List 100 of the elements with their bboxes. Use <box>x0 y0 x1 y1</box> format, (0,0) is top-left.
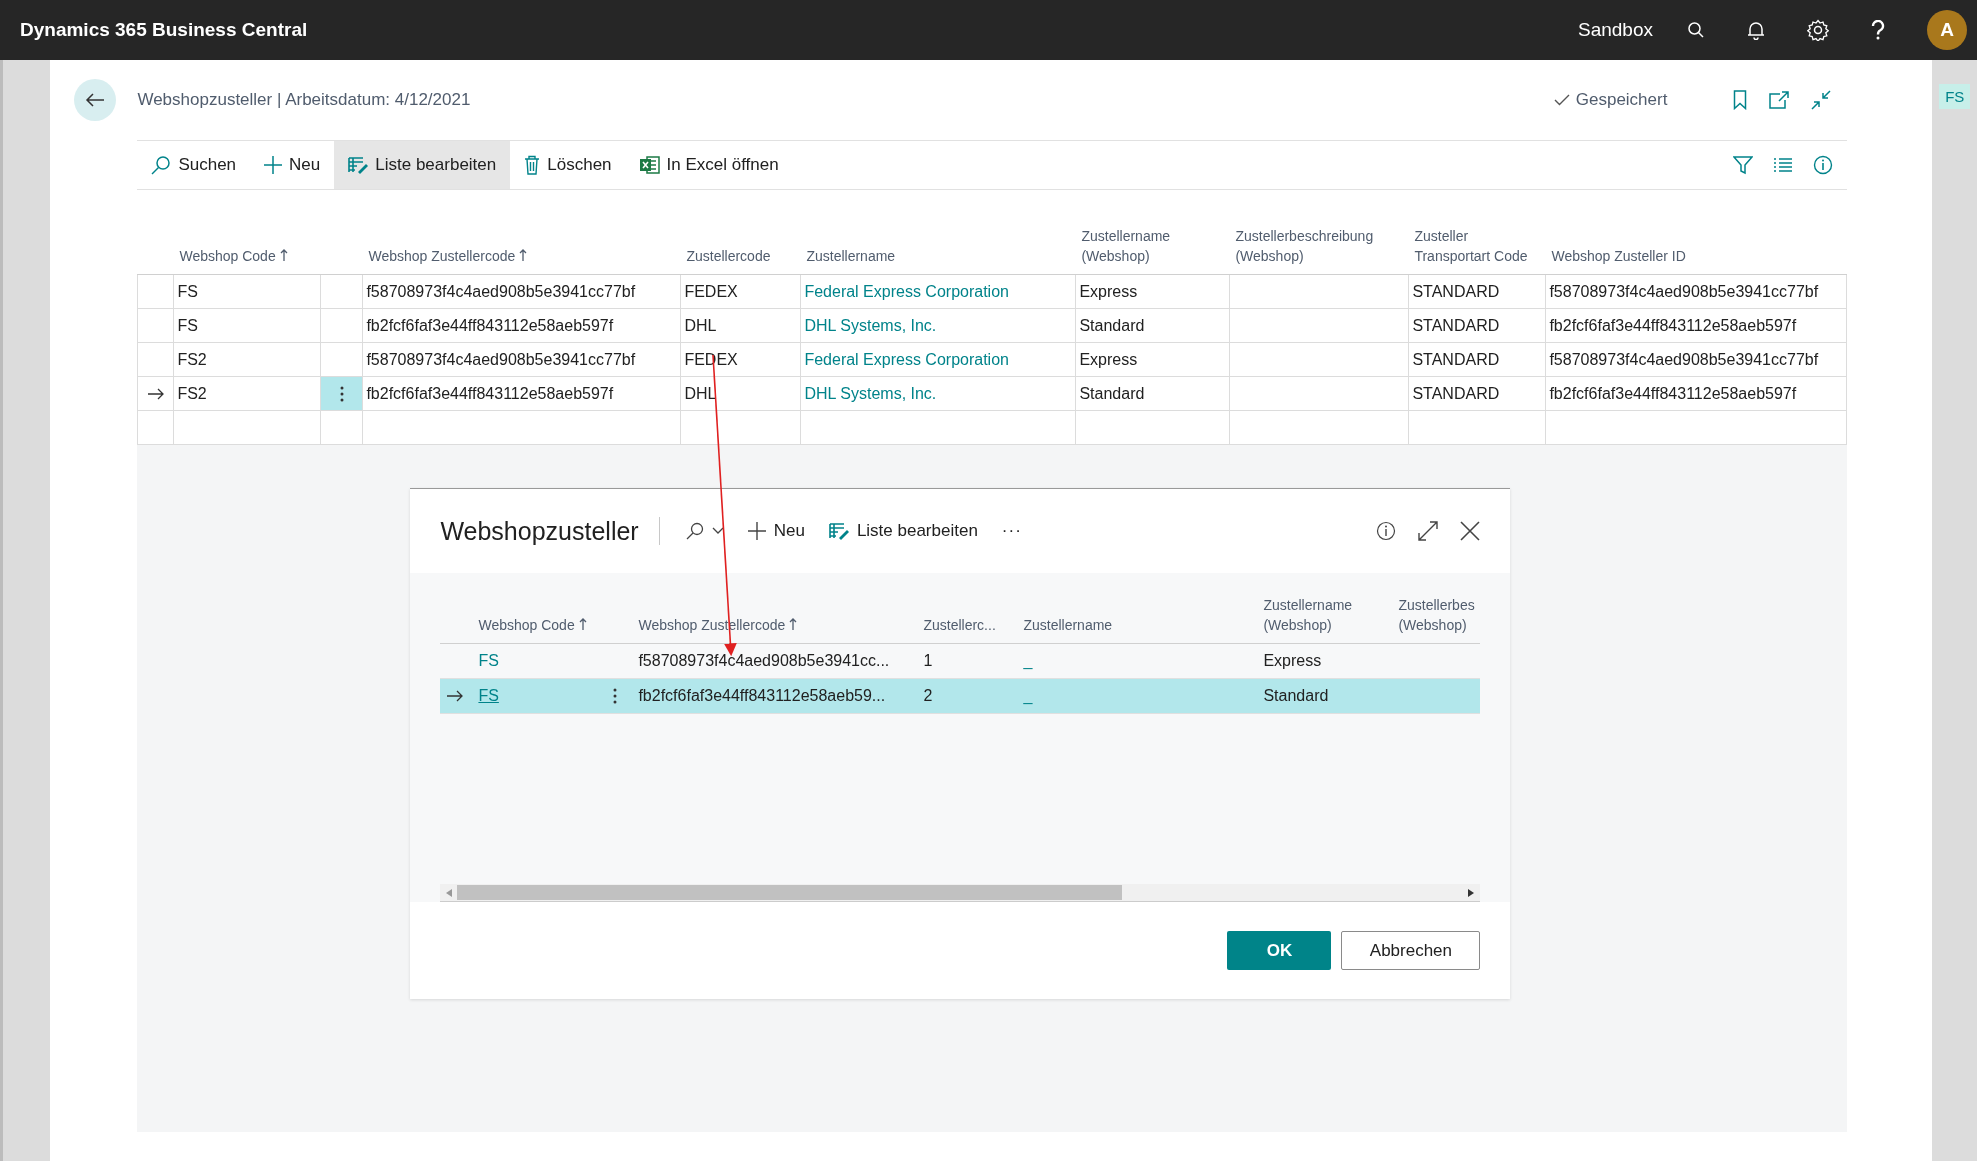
table-cell: Express <box>1079 282 1138 301</box>
check-icon <box>1553 94 1570 106</box>
table-cell: Express <box>1079 350 1138 369</box>
app-title: Dynamics 365 Business Central <box>20 19 308 41</box>
table-cell: f58708973f4c4aed908b5e3941cc... <box>638 652 890 670</box>
table-cell[interactable]: Federal Express Corporation <box>804 350 1009 369</box>
cancel-button[interactable]: Abbrechen <box>1341 931 1481 970</box>
table-cell: f58708973f4c4aed908b5e3941cc77bf <box>366 282 636 301</box>
environment-label: Sandbox <box>1578 19 1653 41</box>
search-icon <box>685 522 704 540</box>
horizontal-scrollbar[interactable] <box>440 884 1481 902</box>
plus-icon <box>264 156 283 174</box>
table-cell: fb2fcf6faf3e44ff843112e58aeb597f <box>366 316 614 335</box>
dialog-title: Webshopzusteller <box>440 516 639 546</box>
table-row[interactable]: FS fb2fcf6faf3e44ff843112e58aeb59... 2 _ Standard <box>440 679 1481 714</box>
table-cell[interactable]: _ <box>1023 652 1033 670</box>
search-action[interactable]: Suchen <box>137 141 251 189</box>
column-header[interactable]: Zusteller Transportart Code <box>1414 226 1538 266</box>
table-cell: Standard <box>1079 316 1145 335</box>
help-icon[interactable] <box>1871 20 1885 40</box>
table-cell: f58708973f4c4aed908b5e3941cc77bf <box>366 350 636 369</box>
more-options-icon[interactable] <box>613 688 618 704</box>
column-header[interactable]: Zustellername (Webshop) <box>1081 226 1222 266</box>
table-cell: FS2 <box>177 350 207 369</box>
new-action[interactable]: Neu <box>250 141 335 189</box>
column-header[interactable]: Webshop Code <box>179 246 288 266</box>
table-cell[interactable]: Federal Express Corporation <box>804 282 1009 301</box>
bookmark-icon[interactable] <box>1733 90 1748 110</box>
open-new-window-icon[interactable] <box>1769 91 1790 109</box>
filter-icon[interactable] <box>1733 155 1754 175</box>
table-cell: FS <box>177 316 198 335</box>
more-actions-button[interactable]: ··· <box>989 521 1034 541</box>
edit-list-icon <box>348 156 369 174</box>
edit-list-action[interactable]: Liste bearbeiten <box>816 521 990 541</box>
plus-icon <box>747 522 766 540</box>
chevron-down-icon <box>711 527 724 535</box>
column-header[interactable]: Webshop Zusteller ID <box>1551 246 1686 266</box>
table-cell: DHL <box>684 384 717 403</box>
column-header[interactable]: Zustellername <box>1023 615 1113 635</box>
table-cell[interactable]: FS <box>478 652 499 670</box>
info-icon[interactable] <box>1376 521 1397 541</box>
current-row-arrow-icon <box>147 387 164 400</box>
sort-arrow-icon <box>279 249 288 261</box>
trash-icon <box>524 155 541 175</box>
scroll-right-icon[interactable] <box>1468 888 1475 897</box>
delete-action[interactable]: Löschen <box>510 141 626 189</box>
table-cell[interactable]: DHL Systems, Inc. <box>804 316 937 335</box>
column-header[interactable]: Zustellername (Webshop) <box>1263 595 1383 635</box>
ok-button[interactable]: OK <box>1227 931 1332 970</box>
table-cell: DHL <box>684 316 717 335</box>
column-header[interactable]: Zustellercode <box>686 246 771 266</box>
table-cell: STANDARD <box>1412 282 1500 301</box>
more-options-icon <box>339 385 344 402</box>
search-icon <box>151 155 172 175</box>
table-cell: fb2fcf6faf3e44ff843112e58aeb59... <box>638 687 886 705</box>
close-icon[interactable] <box>1460 521 1481 541</box>
table-cell: STANDARD <box>1412 384 1500 403</box>
table-cell: fb2fcf6faf3e44ff843112e58aeb597f <box>1549 384 1797 403</box>
edit-list-icon <box>828 522 849 540</box>
table-cell: fb2fcf6faf3e44ff843112e58aeb597f <box>366 384 614 403</box>
page-title: Webshopzusteller | Arbeitsdatum: 4/12/2021 <box>137 90 471 110</box>
table-cell: 2 <box>923 687 933 705</box>
spreadsheet-icon <box>639 155 660 175</box>
list-view-icon[interactable] <box>1773 157 1794 173</box>
table-cell[interactable]: DHL Systems, Inc. <box>804 384 937 403</box>
column-header[interactable]: Zustellerbes (Webshop) <box>1398 595 1475 635</box>
table-cell: FEDEX <box>684 282 738 301</box>
bell-icon[interactable] <box>1747 20 1765 40</box>
search-icon[interactable] <box>1687 21 1705 39</box>
table-cell: 1 <box>923 652 933 670</box>
column-header[interactable]: Zustellerbeschreibung (Webshop) <box>1235 226 1401 266</box>
column-header[interactable]: Zustellername <box>806 246 896 266</box>
table-cell: STANDARD <box>1412 350 1500 369</box>
new-action[interactable]: Neu <box>735 521 817 541</box>
info-icon[interactable] <box>1813 155 1834 175</box>
edit-list-action[interactable]: Liste bearbeiten <box>334 141 511 189</box>
side-badge[interactable]: FS <box>1939 84 1971 109</box>
table-cell: STANDARD <box>1412 316 1500 335</box>
current-row-arrow-icon <box>447 690 464 702</box>
table-cell: FS2 <box>177 384 207 403</box>
table-cell: f58708973f4c4aed908b5e3941cc77bf <box>1549 282 1819 301</box>
expand-icon[interactable] <box>1418 521 1439 541</box>
table-cell: Standard <box>1079 384 1145 403</box>
table-cell: Express <box>1263 652 1322 670</box>
sort-arrow-icon <box>519 249 528 261</box>
saved-status: Gespeichert <box>1575 90 1668 110</box>
table-cell: f58708973f4c4aed908b5e3941cc77bf <box>1549 350 1819 369</box>
column-header[interactable]: Webshop Code <box>478 615 587 635</box>
sort-arrow-icon <box>789 618 798 630</box>
user-avatar[interactable]: A <box>1927 10 1967 50</box>
column-header[interactable]: Webshop Zustellercode <box>368 246 528 266</box>
table-cell: FS <box>177 282 198 301</box>
settings-icon[interactable] <box>1807 19 1829 41</box>
back-button[interactable] <box>74 79 117 121</box>
back-arrow-icon <box>85 92 106 108</box>
table-cell: Standard <box>1263 687 1329 705</box>
sort-arrow-icon <box>578 618 587 630</box>
collapse-icon[interactable] <box>1811 90 1832 110</box>
excel-action[interactable]: In Excel öffnen <box>625 141 793 189</box>
column-header[interactable]: Zustellerc... <box>923 615 996 635</box>
